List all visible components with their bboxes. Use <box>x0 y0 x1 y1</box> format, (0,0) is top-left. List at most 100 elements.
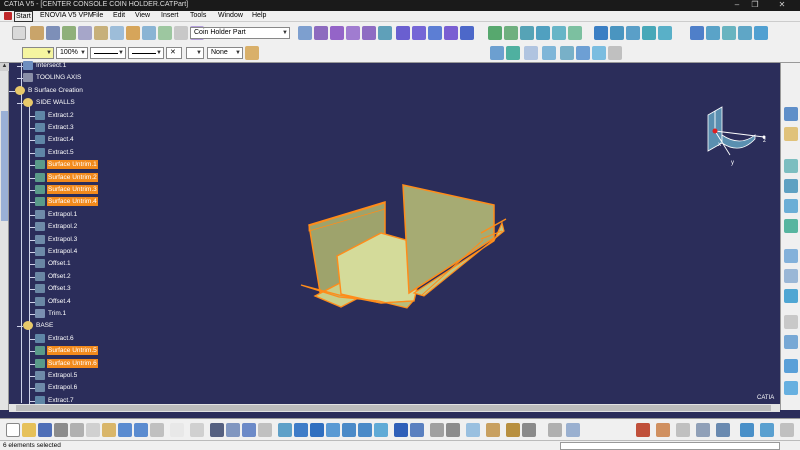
projection-icon[interactable] <box>110 26 124 40</box>
part-selector-dropdown[interactable]: Coin Holder Part ▼ <box>190 27 290 39</box>
draft-analysis-icon[interactable] <box>784 359 798 373</box>
reflect-line-icon[interactable] <box>142 26 156 40</box>
spline-icon[interactable] <box>608 46 622 60</box>
parameter-icon[interactable] <box>548 423 562 437</box>
extrude-icon[interactable] <box>298 26 312 40</box>
join-icon[interactable] <box>428 26 442 40</box>
affinity-icon[interactable] <box>552 26 566 40</box>
menu-tools[interactable]: Tools <box>190 12 206 19</box>
combine-icon[interactable] <box>126 26 140 40</box>
print-icon[interactable] <box>54 423 68 437</box>
catia-app-icon[interactable] <box>4 12 12 20</box>
point-icon[interactable] <box>46 26 60 40</box>
scaling-icon[interactable] <box>536 26 550 40</box>
apply-material-icon[interactable] <box>636 423 650 437</box>
curvature-icon[interactable] <box>784 381 798 395</box>
swap-visible-icon[interactable] <box>446 423 460 437</box>
graph-icon[interactable] <box>656 423 670 437</box>
scrollbar-thumb[interactable] <box>16 405 771 411</box>
sketcher-icon[interactable] <box>784 107 798 121</box>
axis-to-axis-icon[interactable] <box>568 26 582 40</box>
line-tool-icon[interactable] <box>490 46 504 60</box>
zoom-out-icon[interactable] <box>358 423 372 437</box>
symmetry-icon[interactable] <box>520 26 534 40</box>
update-icon[interactable] <box>226 423 240 437</box>
measure-icon[interactable] <box>784 315 798 329</box>
reference-icon[interactable] <box>94 26 108 40</box>
connect-icon[interactable] <box>784 269 798 283</box>
layer-dropdown[interactable]: None ▼ <box>207 47 243 59</box>
scroll-up-icon[interactable]: ▲ <box>0 63 9 71</box>
diagonal-line-icon[interactable] <box>506 46 520 60</box>
extrude-v-icon[interactable] <box>784 159 798 173</box>
law-v-icon[interactable] <box>784 249 798 263</box>
scrollbar-thumb[interactable] <box>1 111 8 221</box>
close-button[interactable]: ✕ <box>764 0 800 11</box>
minimize-button[interactable]: – <box>728 0 746 11</box>
compass[interactable]: x y z <box>700 105 780 175</box>
fit-all-icon[interactable] <box>294 423 308 437</box>
analysis-icon[interactable] <box>784 335 798 349</box>
command-input[interactable] <box>560 442 780 450</box>
pan-icon[interactable] <box>310 423 324 437</box>
menu-insert[interactable]: Insert <box>161 12 179 19</box>
cut-icon[interactable] <box>70 423 84 437</box>
capture-icon[interactable] <box>716 423 730 437</box>
sphere-icon[interactable] <box>330 26 344 40</box>
select-icon[interactable] <box>12 26 26 40</box>
transparency-dropdown[interactable]: 100% ▼ <box>56 47 88 59</box>
plane-tool-icon[interactable] <box>524 46 538 60</box>
knowledge-icon[interactable] <box>190 423 204 437</box>
plane-icon[interactable] <box>78 26 92 40</box>
multi-view-icon[interactable] <box>466 423 480 437</box>
new-icon[interactable] <box>6 423 20 437</box>
measure-between-icon[interactable] <box>740 423 754 437</box>
edge-fillet-icon[interactable] <box>610 26 624 40</box>
fill-icon[interactable] <box>378 26 392 40</box>
multi-section-icon[interactable] <box>396 26 410 40</box>
inertia-icon[interactable] <box>780 423 794 437</box>
split-icon[interactable] <box>738 26 752 40</box>
geodesic-icon[interactable] <box>784 289 798 303</box>
menu-edit[interactable]: Edit <box>113 12 125 19</box>
catalog-icon[interactable] <box>210 423 224 437</box>
grid-icon[interactable] <box>522 423 536 437</box>
painter-icon[interactable] <box>245 46 259 60</box>
circle-icon[interactable] <box>592 46 606 60</box>
untrim-tool-icon[interactable] <box>460 26 474 40</box>
line-thickness-dropdown[interactable]: ▼ <box>90 47 126 59</box>
formula-icon[interactable] <box>170 423 184 437</box>
rotate-view-icon[interactable] <box>326 423 340 437</box>
macro-icon[interactable] <box>242 423 256 437</box>
trim-tool-icon[interactable] <box>754 26 768 40</box>
variable-fillet-icon[interactable] <box>626 26 640 40</box>
revolve-icon[interactable] <box>314 26 328 40</box>
measure-item-icon[interactable] <box>760 423 774 437</box>
annotation-icon[interactable] <box>696 423 710 437</box>
boundary-icon[interactable] <box>706 26 720 40</box>
law-icon[interactable] <box>690 26 704 40</box>
extract-tool-icon[interactable] <box>722 26 736 40</box>
offset-icon[interactable] <box>174 26 188 40</box>
sketch-icon[interactable] <box>30 26 44 40</box>
dimensions-icon[interactable] <box>676 423 690 437</box>
whats-this-icon[interactable] <box>150 423 164 437</box>
hide-show-icon[interactable] <box>258 423 272 437</box>
shading-icon[interactable] <box>410 423 424 437</box>
menu-window[interactable]: Window <box>218 12 243 19</box>
blend-icon[interactable] <box>412 26 426 40</box>
curve-tool-icon[interactable] <box>576 46 590 60</box>
fly-icon[interactable] <box>278 423 292 437</box>
menu-file[interactable]: File <box>92 12 103 19</box>
translate-icon[interactable] <box>488 26 502 40</box>
sweep-icon[interactable] <box>362 26 376 40</box>
fillet-icon[interactable] <box>594 26 608 40</box>
chordal-fillet-icon[interactable] <box>642 26 656 40</box>
open-icon[interactable] <box>22 423 36 437</box>
paste-icon[interactable] <box>102 423 116 437</box>
table-icon[interactable] <box>566 423 580 437</box>
line-type-dropdown[interactable]: ▼ <box>128 47 164 59</box>
rendering-style-dropdown[interactable]: ▼ <box>186 47 204 59</box>
maximize-button[interactable]: ❐ <box>746 0 764 11</box>
rotate-icon[interactable] <box>504 26 518 40</box>
